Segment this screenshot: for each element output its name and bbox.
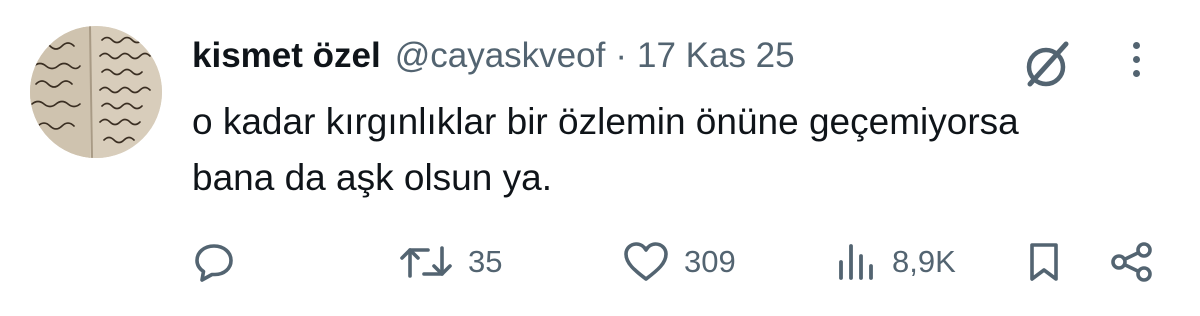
share-button[interactable] xyxy=(1108,232,1156,292)
author-name[interactable]: kismet özel xyxy=(192,36,381,76)
like-button[interactable]: 309 xyxy=(622,232,736,292)
like-count: 309 xyxy=(684,244,736,279)
grok-icon xyxy=(1026,41,1069,87)
tweet-text-line: o kadar kırgınlıklar bir özlemin önüne g… xyxy=(192,101,1019,142)
reply-button[interactable] xyxy=(192,232,236,292)
avatar[interactable] xyxy=(30,26,162,158)
action-bar: 35 309 8,9K xyxy=(0,232,1200,292)
grok-button[interactable] xyxy=(1018,36,1076,94)
share-icon xyxy=(1111,242,1152,282)
tweet-header: kismet özel @cayaskveof · 17 Kas 25 xyxy=(192,30,795,82)
avatar-image xyxy=(30,26,162,158)
separator-dot: · xyxy=(615,36,627,75)
retweet-button[interactable]: 35 xyxy=(398,232,502,292)
more-dot-icon xyxy=(1132,69,1140,77)
tweet-text-line: bana da aşk olsun ya. xyxy=(192,157,552,198)
views-icon xyxy=(839,244,873,280)
more-dot-icon xyxy=(1132,41,1140,49)
heart-icon xyxy=(624,242,668,281)
retweet-icon xyxy=(400,246,452,278)
reply-icon xyxy=(195,244,233,282)
more-dot-icon xyxy=(1132,55,1140,63)
retweet-count: 35 xyxy=(468,244,503,279)
views-count: 8,9K xyxy=(892,244,956,279)
bookmark-button[interactable] xyxy=(1024,232,1064,292)
tweet-text: o kadar kırgınlıklar bir özlemin önüne g… xyxy=(192,94,1172,206)
bookmark-icon xyxy=(1030,243,1058,281)
more-options-button[interactable] xyxy=(1116,36,1156,82)
author-handle[interactable]: @cayaskveof xyxy=(395,36,606,76)
tweet-date[interactable]: 17 Kas 25 xyxy=(637,36,795,76)
views-button[interactable]: 8,9K xyxy=(834,232,956,292)
